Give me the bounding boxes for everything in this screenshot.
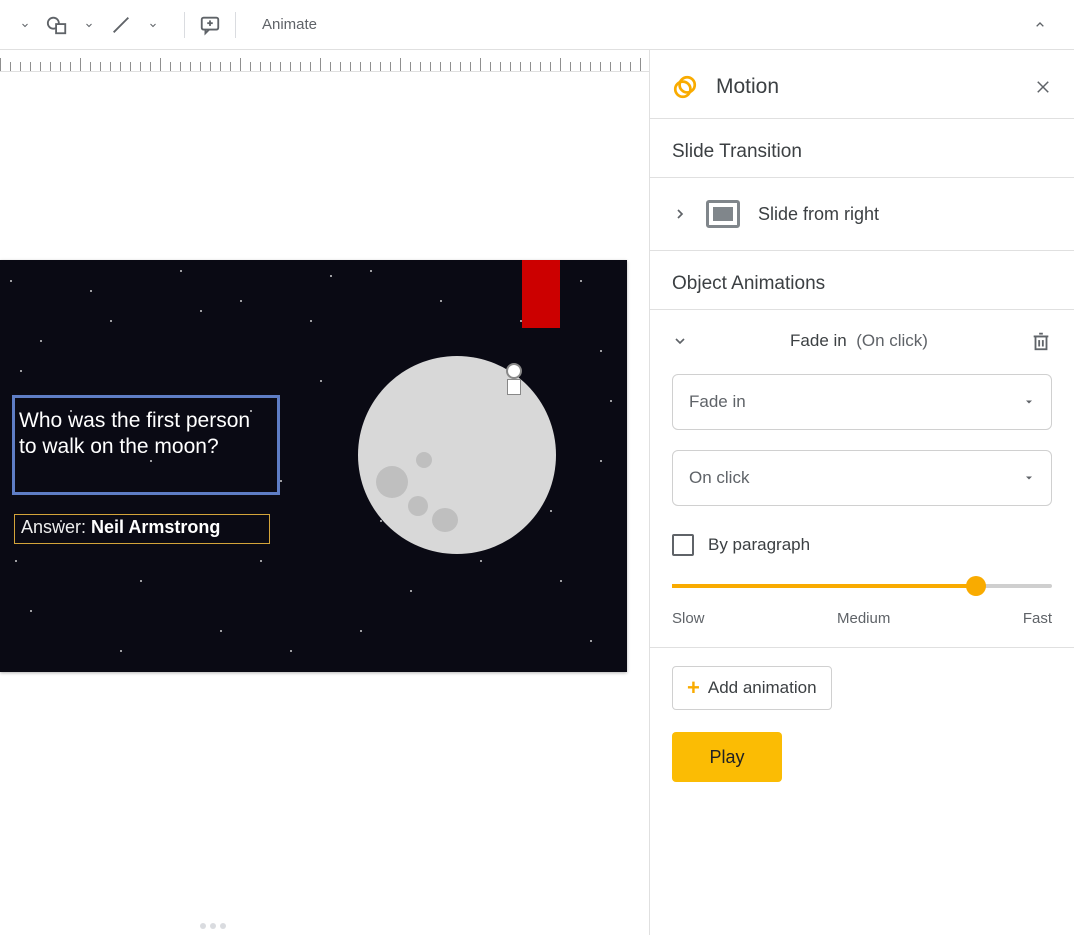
play-button[interactable]: Play — [672, 732, 782, 782]
filmstrip-dots — [200, 923, 226, 929]
answer-textbox[interactable]: Answer: Neil Armstrong — [14, 514, 270, 544]
animation-summary-type: Fade in — [790, 331, 847, 350]
slider-thumb[interactable] — [966, 576, 986, 596]
panel-title: Motion — [716, 75, 779, 99]
by-paragraph-label: By paragraph — [708, 535, 810, 555]
comment-icon[interactable] — [197, 12, 223, 38]
motion-icon — [672, 74, 698, 100]
separator — [235, 12, 236, 38]
transition-row[interactable]: Slide from right — [650, 178, 1074, 251]
close-icon[interactable] — [1034, 78, 1052, 96]
collapse-toolbar-icon[interactable] — [1032, 17, 1068, 33]
shape-tool-icon[interactable] — [44, 12, 70, 38]
chevron-down-icon[interactable] — [12, 12, 38, 38]
slide-canvas[interactable]: Who was the first person to walk on the … — [0, 260, 627, 672]
by-paragraph-checkbox[interactable] — [672, 534, 694, 556]
animation-type-value: Fade in — [689, 392, 746, 412]
slide-icon — [706, 200, 740, 228]
speed-medium-label: Medium — [837, 610, 890, 627]
trash-icon[interactable] — [1030, 330, 1052, 352]
play-label: Play — [709, 747, 744, 768]
animation-type-select[interactable]: Fade in — [672, 374, 1052, 430]
speed-fast-label: Fast — [1023, 610, 1052, 627]
answer-value: Neil Armstrong — [91, 517, 220, 537]
slide-transition-heading: Slide Transition — [650, 119, 1074, 178]
animation-trigger-select[interactable]: On click — [672, 450, 1052, 506]
line-tool-icon[interactable] — [108, 12, 134, 38]
speed-slow-label: Slow — [672, 610, 705, 627]
add-animation-label: Add animation — [708, 678, 817, 698]
red-shape[interactable] — [522, 260, 560, 328]
add-animation-button[interactable]: + Add animation — [672, 666, 832, 710]
question-textbox[interactable]: Who was the first person to walk on the … — [12, 395, 280, 495]
separator — [184, 12, 185, 38]
motion-panel: Motion Slide Transition Slide from right… — [650, 50, 1074, 935]
slide-editor[interactable]: Who was the first person to walk on the … — [0, 50, 650, 935]
ruler[interactable] — [0, 50, 650, 72]
speed-slider[interactable] — [672, 584, 1052, 588]
animate-button[interactable]: Animate — [248, 16, 317, 33]
object-animations-heading: Object Animations — [650, 251, 1074, 310]
animation-summary-trigger: (On click) — [856, 331, 928, 350]
chevron-down-icon — [672, 333, 688, 349]
answer-prefix: Answer: — [21, 517, 91, 537]
chevron-right-icon — [672, 206, 688, 222]
plus-icon: + — [687, 677, 700, 699]
toolbar: Animate — [0, 0, 1074, 50]
chevron-down-icon[interactable] — [140, 12, 166, 38]
chevron-down-icon[interactable] — [76, 12, 102, 38]
astronaut-shape[interactable] — [500, 363, 528, 399]
animation-trigger-value: On click — [689, 468, 749, 488]
transition-value: Slide from right — [758, 204, 879, 225]
animation-summary-row[interactable]: Fade in (On click) — [650, 310, 1074, 364]
